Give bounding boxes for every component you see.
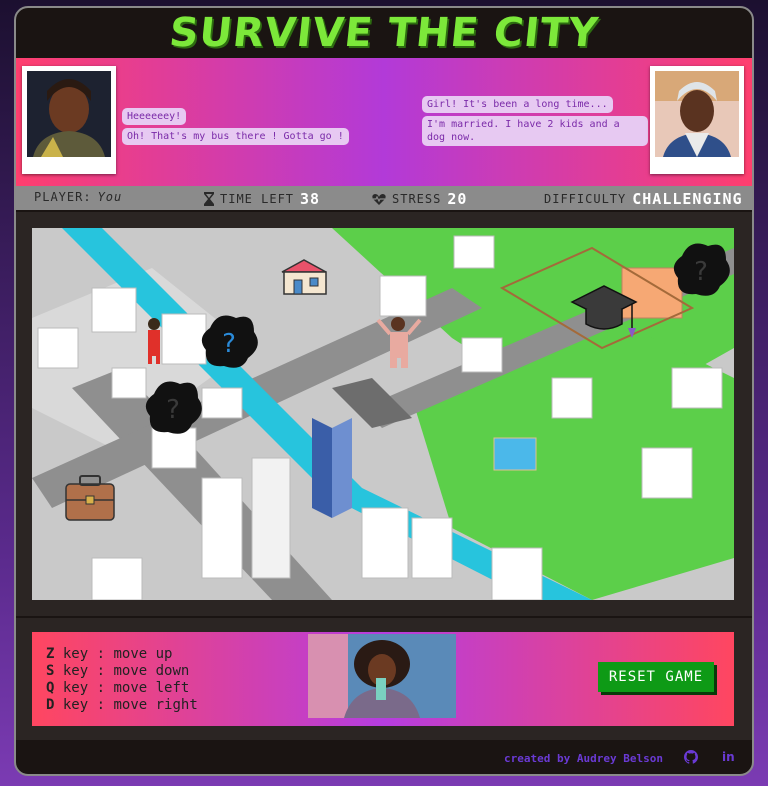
difficulty-value: CHALLENGING	[632, 190, 743, 208]
stress-indicator: STRESS 20	[372, 190, 467, 208]
left-character-photo	[27, 71, 111, 157]
heartbeat-icon	[372, 194, 386, 205]
credit-text: created by Audrey Belson	[504, 752, 663, 765]
action-label: move right	[113, 697, 198, 713]
game-title: SURVIVE THE CITY	[167, 10, 601, 56]
key-s: S	[46, 663, 55, 679]
controls-frame: Z key : move up S key : move down Q key …	[16, 618, 752, 740]
city-map[interactable]: ? ? ?	[32, 228, 734, 600]
mystery-mark-2: ?	[166, 395, 180, 425]
left-character-polaroid	[22, 66, 116, 174]
key-instruction-down: S key : move down	[46, 663, 198, 680]
mystery-mark-1: ?	[222, 329, 236, 359]
action-label: move down	[113, 663, 190, 679]
key-sep: key :	[62, 663, 106, 679]
right-character-photo	[655, 71, 739, 157]
reaction-gif	[308, 634, 456, 718]
chat-bubble-right-1: Girl! It's been a long time...	[422, 96, 613, 113]
chat-bubble-right-2: I'm married. I have 2 kids and a dog now…	[422, 116, 648, 146]
board-frame: ? ? ?	[16, 212, 752, 616]
difficulty-indicator: DIFFICULTY CHALLENGING	[544, 190, 743, 208]
mystery-mark-3: ?	[694, 257, 708, 287]
key-z: Z	[46, 646, 55, 662]
key-instructions: Z key : move up S key : move down Q key …	[46, 646, 198, 714]
difficulty-label: DIFFICULTY	[544, 192, 627, 206]
github-icon[interactable]	[684, 750, 698, 764]
conversation-banner: Heeeeeey! Oh! That's my bus there ! Gott…	[16, 58, 752, 186]
game-frame: SURVIVE THE CITY Heeeeeey! Oh! That's my…	[14, 6, 754, 776]
house-icon	[281, 259, 327, 295]
right-character-polaroid	[650, 66, 744, 174]
stress-label: STRESS	[392, 192, 442, 206]
chat-bubble-left-2: Oh! That's my bus there ! Gotta go !	[122, 128, 349, 145]
chat-bubble-left-1: Heeeeeey!	[122, 108, 187, 125]
key-d: D	[46, 697, 55, 713]
city-map-canvas: ? ? ?	[32, 228, 734, 600]
time-value: 38	[300, 190, 321, 208]
key-sep: key :	[62, 680, 106, 696]
footer: created by Audrey Belson in	[16, 740, 752, 774]
linkedin-icon[interactable]: in	[722, 750, 736, 764]
controls-panel: Z key : move up S key : move down Q key …	[32, 632, 734, 726]
hourglass-icon	[204, 192, 214, 206]
stress-value: 20	[447, 190, 468, 208]
key-instruction-left: Q key : move left	[46, 680, 198, 697]
key-sep: key :	[62, 646, 106, 662]
time-label: TIME LEFT	[220, 192, 295, 206]
status-bar: PLAYER: You TIME LEFT 38 STRESS 20 DIFFI…	[16, 186, 752, 210]
action-label: move up	[113, 646, 173, 662]
player-value: You	[97, 190, 123, 204]
key-sep: key :	[62, 697, 106, 713]
reset-game-button[interactable]: RESET GAME	[598, 662, 714, 692]
time-indicator: TIME LEFT 38	[204, 190, 320, 208]
player-indicator: PLAYER: You	[34, 190, 122, 204]
player-label: PLAYER:	[34, 190, 92, 204]
key-instruction-right: D key : move right	[46, 697, 198, 714]
key-instruction-up: Z key : move up	[46, 646, 198, 663]
key-q: Q	[46, 680, 55, 696]
action-label: move left	[113, 680, 190, 696]
